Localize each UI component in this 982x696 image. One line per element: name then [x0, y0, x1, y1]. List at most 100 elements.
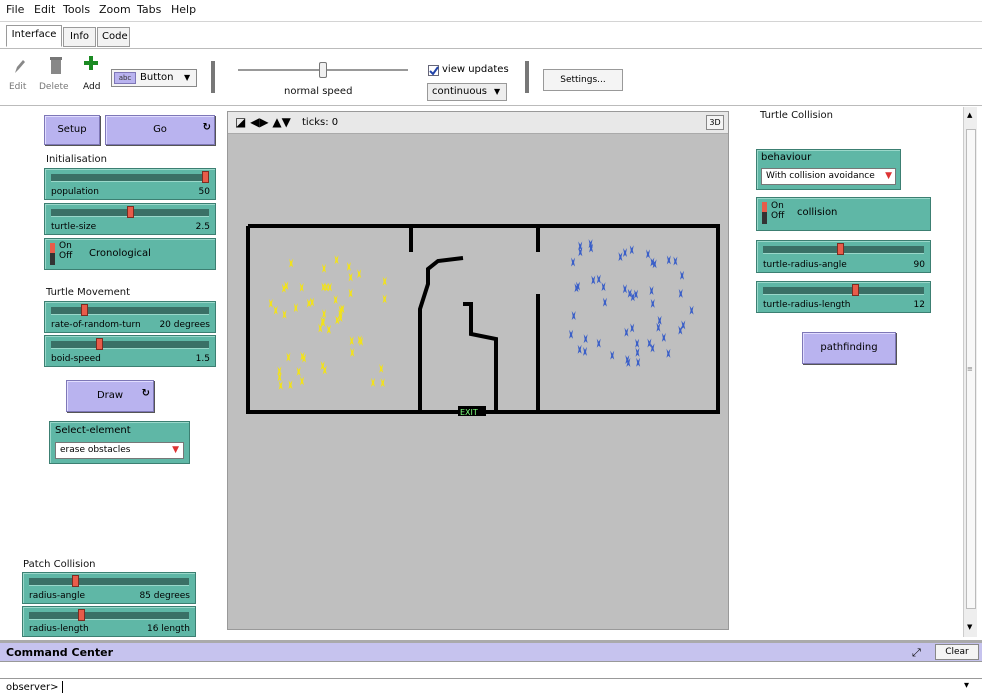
slider-label: rate-of-random-turn [51, 320, 141, 330]
triangle-down-icon: ▼ [172, 445, 179, 455]
chooser-value-box[interactable]: erase obstacles ▼ [55, 442, 184, 459]
speed-slider-handle[interactable] [319, 62, 327, 78]
edit-icon[interactable] [12, 57, 28, 75]
slider-label: radius-angle [29, 591, 86, 601]
menu-tabs[interactable]: Tabs [137, 3, 161, 16]
setup-button[interactable]: Setup [44, 115, 100, 145]
slider-handle[interactable] [202, 171, 209, 183]
turtle-radius-length-slider[interactable]: turtle-radius-length 12 [756, 281, 931, 313]
select-element-chooser[interactable]: Select-element erase obstacles ▼ [49, 421, 190, 464]
command-center: Command Center ⤢ Clear observer> ▾ [0, 640, 982, 696]
tab-code[interactable]: Code [97, 27, 130, 47]
slider-value: 90 [913, 260, 925, 270]
menu-edit[interactable]: Edit [34, 3, 55, 16]
slider-handle[interactable] [127, 206, 134, 218]
chevron-down-icon: ▼ [494, 87, 501, 96]
menu-help[interactable]: Help [171, 3, 196, 16]
scroll-down-icon[interactable]: ▼ [967, 623, 972, 631]
view-updates-checkbox[interactable] [428, 65, 439, 76]
menu-file[interactable]: File [6, 3, 24, 16]
slider-track [51, 307, 209, 315]
turtle-radius-angle-slider[interactable]: turtle-radius-angle 90 [756, 240, 931, 273]
update-mode-value: continuous [432, 86, 487, 97]
observer-prompt: observer> [6, 682, 59, 693]
turtle-size-slider[interactable]: turtle-size 2.5 [44, 203, 216, 235]
view-control-icons[interactable]: ◪ ◀▶ ▲▼ [235, 116, 291, 128]
radius-length-slider[interactable]: radius-length 16 length [22, 606, 196, 637]
toolbar: Edit Delete Add abc Button ▼ normal spee… [0, 48, 982, 106]
slider-label: turtle-radius-length [763, 300, 851, 310]
slider-label: turtle-size [51, 222, 97, 232]
forever-icon: ↻ [202, 122, 211, 133]
add-icon[interactable] [83, 55, 99, 71]
tab-bar: Interface Info Code [0, 22, 982, 48]
world-view-header: ◪ ◀▶ ▲▼ ticks: 0 3D [228, 112, 728, 134]
menu-tools[interactable]: Tools [63, 3, 90, 16]
widget-type-value: Button [140, 72, 174, 83]
initialisation-label: Initialisation [46, 154, 107, 165]
patch-collision-label: Patch Collision [23, 559, 96, 570]
rate-of-random-turn-slider[interactable]: rate-of-random-turn 20 degrees [44, 301, 216, 333]
command-input-row[interactable]: observer> ▾ [0, 678, 982, 696]
slider-value: 2.5 [195, 222, 210, 232]
boid-speed-slider[interactable]: boid-speed 1.5 [44, 335, 216, 367]
command-center-title: Command Center [6, 646, 114, 659]
delete-label: Delete [39, 82, 69, 92]
chevron-down-icon: ▼ [184, 73, 191, 82]
chooser-label: Select-element [55, 425, 131, 436]
scroll-grip-icon: ≡ [967, 365, 973, 373]
turtle-movement-label: Turtle Movement [46, 287, 131, 298]
menu-zoom[interactable]: Zoom [99, 3, 131, 16]
toolbar-divider [525, 61, 529, 93]
slider-track [51, 174, 209, 182]
widget-type-select[interactable]: abc Button ▼ [111, 69, 197, 87]
delete-icon[interactable] [49, 56, 63, 76]
slider-track [29, 612, 189, 620]
behaviour-chooser[interactable]: behaviour With collision avoidance ▼ [756, 149, 901, 190]
slider-handle[interactable] [72, 575, 79, 587]
tab-info[interactable]: Info [63, 27, 96, 47]
slider-value: 16 length [146, 624, 190, 634]
pathfinding-button[interactable]: pathfinding [802, 332, 896, 364]
slider-value: 50 [198, 187, 210, 197]
chooser-value-box[interactable]: With collision avoidance ▼ [761, 168, 896, 185]
slider-track [29, 578, 189, 586]
slider-handle[interactable] [81, 304, 88, 316]
edit-label: Edit [9, 82, 27, 92]
forever-icon: ↻ [141, 388, 150, 399]
radius-angle-slider[interactable]: radius-angle 85 degrees [22, 572, 196, 604]
population-slider[interactable]: population 50 [44, 168, 216, 200]
world-canvas[interactable]: EXIT [228, 134, 728, 629]
slider-handle[interactable] [837, 243, 844, 255]
triangle-down-icon: ▼ [885, 171, 892, 181]
ticks-counter: ticks: 0 [302, 117, 339, 128]
cronological-switch[interactable]: On Off Cronological [44, 238, 216, 270]
slider-label: boid-speed [51, 354, 101, 364]
settings-button[interactable]: Settings... [543, 69, 623, 91]
draw-label: Draw [96, 390, 124, 401]
slider-handle[interactable] [78, 609, 85, 621]
switch-on-label: On [771, 201, 784, 211]
chooser-value: erase obstacles [60, 445, 131, 455]
go-button[interactable]: Go ↻ [105, 115, 215, 145]
switch-label: collision [797, 207, 838, 218]
slider-handle[interactable] [852, 284, 859, 296]
slider-label: turtle-radius-angle [763, 260, 847, 270]
slider-track [763, 287, 924, 295]
chooser-value: With collision avoidance [766, 171, 875, 181]
expand-icon[interactable]: ⤢ [912, 646, 921, 660]
3d-button[interactable]: 3D [706, 115, 724, 130]
go-label: Go [153, 124, 167, 135]
draw-button[interactable]: Draw ↻ [66, 380, 154, 412]
scroll-up-icon[interactable]: ▲ [967, 111, 972, 119]
world-view[interactable]: ◪ ◀▶ ▲▼ ticks: 0 3D EXIT [227, 111, 729, 630]
slider-label: population [51, 187, 99, 197]
slider-handle[interactable] [96, 338, 103, 350]
collision-switch[interactable]: On Off collision [756, 197, 931, 231]
clear-button[interactable]: Clear [935, 644, 979, 660]
vertical-scrollbar[interactable]: ▲ ≡ ▼ [963, 107, 977, 637]
tab-interface[interactable]: Interface [6, 25, 62, 47]
history-dropdown-icon[interactable]: ▾ [964, 680, 969, 691]
turtle-collision-label: Turtle Collision [760, 110, 833, 121]
update-mode-select[interactable]: continuous ▼ [427, 83, 507, 101]
